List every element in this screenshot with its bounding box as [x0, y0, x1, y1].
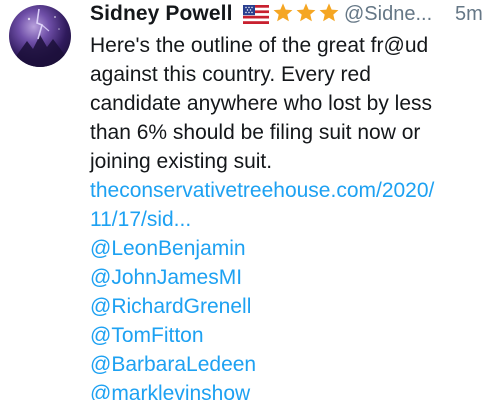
mention-link[interactable]: @LeonBenjamin	[90, 234, 490, 263]
article-link[interactable]: 11/17/sid...	[90, 205, 490, 234]
tweet-body: Here's the outline of the great fr@ud ag…	[90, 31, 490, 400]
us-flag-icon	[243, 5, 269, 24]
tweet[interactable]: Sidney Powell @Sidne... 5m Here's the ou…	[0, 0, 495, 400]
tweet-text-line: against this country. Every red	[90, 63, 371, 86]
tweet-text-line: Here's the outline of the great fr@ud	[90, 34, 429, 57]
mention-link[interactable]: @marklevinshow	[90, 379, 490, 400]
timestamp[interactable]: 5m	[455, 3, 483, 26]
article-link[interactable]: theconservativetreehouse.com/2020/	[90, 176, 490, 205]
mention-link[interactable]: @RichardGrenell	[90, 292, 490, 321]
star-icon	[296, 3, 316, 22]
tweet-header: Sidney Powell @Sidne... 5m	[90, 0, 490, 30]
tweet-text-line: candidate anywhere who lost by less	[90, 92, 433, 115]
tweet-text-line: joining existing suit.	[90, 150, 273, 173]
author-name[interactable]: Sidney Powell	[90, 2, 233, 26]
mention-link[interactable]: @JohnJamesMI	[90, 263, 490, 292]
mention-link[interactable]: @TomFitton	[90, 321, 490, 350]
author-handle[interactable]: @Sidne...	[344, 3, 432, 26]
star-icon	[319, 3, 339, 22]
avatar[interactable]	[9, 5, 71, 67]
star-icon	[273, 3, 293, 22]
mention-link[interactable]: @BarbaraLedeen	[90, 350, 490, 379]
tweet-text-line: than 6% should be filing suit now or	[90, 121, 421, 144]
